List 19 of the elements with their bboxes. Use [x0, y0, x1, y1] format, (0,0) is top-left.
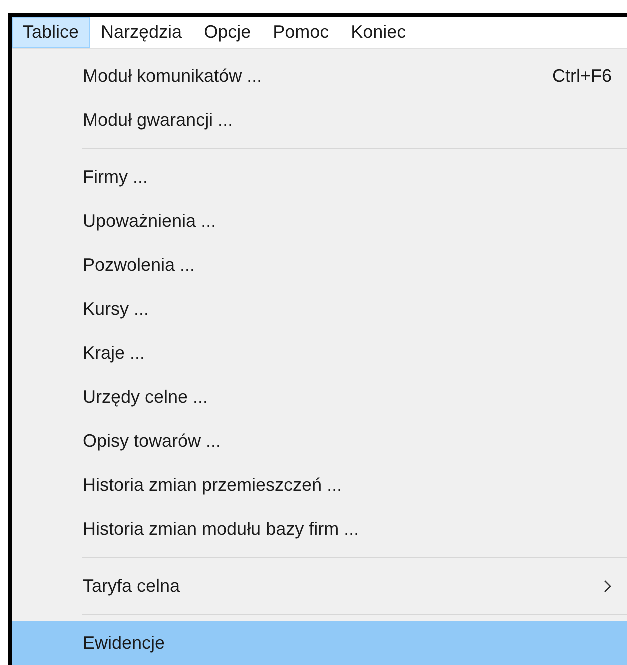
- menu-item[interactable]: Kraje ...: [12, 331, 627, 375]
- menu-item[interactable]: Opisy towarów ...: [12, 419, 627, 463]
- menu-bar-item[interactable]: Koniec: [340, 17, 418, 48]
- menu-item[interactable]: Historia zmian modułu bazy firm ...: [12, 507, 627, 551]
- menu-item[interactable]: Urzędy celne ...: [12, 375, 627, 419]
- menu-item[interactable]: Moduł komunikatów ... Ctrl+F6: [12, 54, 627, 98]
- menu-item[interactable]: Moduł gwarancji ...: [12, 98, 627, 142]
- menu-item[interactable]: Kursy ...: [12, 287, 627, 331]
- menu-bar-item[interactable]: Narzędzia: [90, 17, 194, 48]
- menu-item[interactable]: Upoważnienia ...: [12, 199, 627, 243]
- menu-item[interactable]: Taryfa celna: [12, 564, 627, 608]
- menu-bar-item[interactable]: Pomoc: [262, 17, 340, 48]
- menu-bar-item[interactable]: Tablice: [12, 17, 90, 48]
- shortcut-label: Ctrl+F6: [552, 64, 612, 88]
- menu-item[interactable]: Historia zmian przemieszczeń ...: [12, 463, 627, 507]
- menu-item[interactable]: Firmy ...: [12, 155, 627, 199]
- menu-item[interactable]: Pozwolenia ...: [12, 243, 627, 287]
- menu-bar-item[interactable]: Opcje: [193, 17, 262, 48]
- menu-item[interactable]: Ewidencje: [12, 621, 627, 665]
